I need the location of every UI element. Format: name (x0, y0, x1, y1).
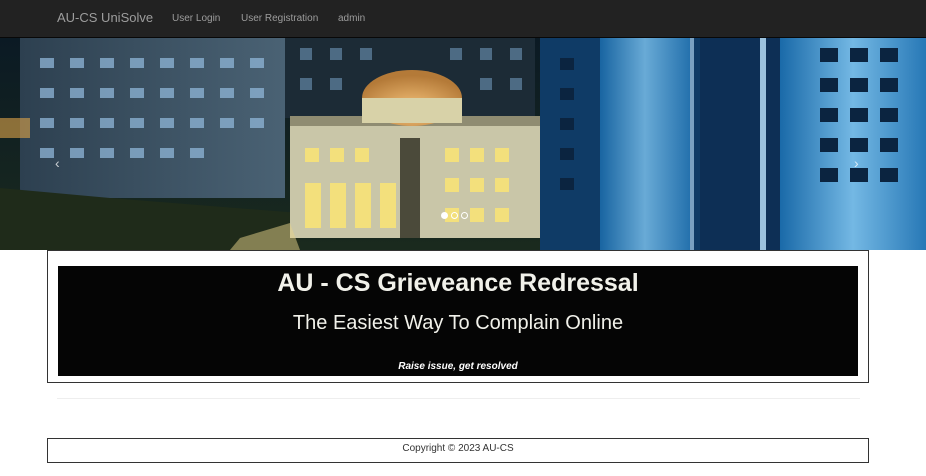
hero-banner: AU - CS Grieveance Redressal The Easiest… (58, 266, 858, 376)
navbar-brand[interactable]: AU-CS UniSolve (57, 10, 153, 26)
hero-title: AU - CS Grieveance Redressal (277, 269, 639, 297)
hero-tagline: Raise issue, get resolved (398, 361, 518, 372)
image-carousel: ‹ › (0, 38, 926, 250)
carousel-next-icon[interactable]: › (854, 156, 859, 170)
hero-box: AU - CS Grieveance Redressal The Easiest… (47, 250, 869, 383)
nav-link-admin[interactable]: admin (338, 12, 365, 25)
nav-link-user-registration[interactable]: User Registration (241, 12, 318, 25)
carousel-indicators (441, 212, 468, 222)
carousel-prev-icon[interactable]: ‹ (55, 156, 60, 170)
carousel-indicator[interactable] (441, 212, 448, 219)
section-divider (57, 398, 860, 399)
footer-copyright: Copyright © 2023 AU-CS (402, 443, 514, 454)
hero-subtitle: The Easiest Way To Complain Online (292, 312, 624, 334)
carousel-indicator[interactable] (461, 212, 468, 219)
footer: Copyright © 2023 AU-CS (47, 438, 869, 463)
navbar: AU-CS UniSolve User Login User Registrat… (0, 0, 926, 38)
carousel-indicator[interactable] (451, 212, 458, 219)
nav-link-user-login[interactable]: User Login (172, 12, 220, 25)
